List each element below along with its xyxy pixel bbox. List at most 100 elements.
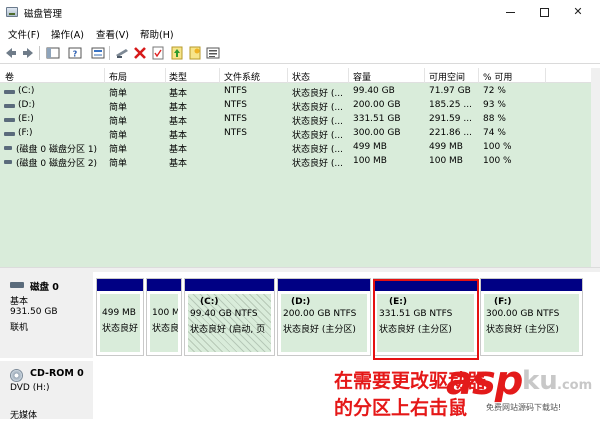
partition-body: 100 M 状态良 <box>150 294 178 352</box>
partition-d[interactable]: (D:) 200.00 GB NTFS 状态良好 (主分区) <box>277 278 371 356</box>
column-header-free-space[interactable]: 可用空间 <box>429 70 465 83</box>
cell-filesystem: NTFS <box>224 86 247 96</box>
partition-recovery[interactable]: 100 M 状态良 <box>146 278 182 356</box>
cdrom-0-label[interactable]: CD-ROM 0 DVD (H:) 无媒体 <box>0 361 93 421</box>
disk-management-app-icon <box>6 7 18 17</box>
toolbar-separator <box>39 46 40 60</box>
connect-drive-icon[interactable] <box>115 46 129 60</box>
menu-action[interactable]: 操作(A) <box>51 27 84 41</box>
drive-icon <box>4 90 15 94</box>
column-header-status[interactable]: 状态 <box>292 70 310 83</box>
help-icon[interactable]: ? <box>68 46 82 60</box>
volume-list-scrollbar[interactable] <box>591 68 600 267</box>
toolbar-separator <box>109 46 110 60</box>
properties-icon[interactable] <box>91 46 105 60</box>
table-row[interactable]: (D:) 简单 基本 NTFS 状态良好 (... 200.00 GB 185.… <box>0 99 591 113</box>
column-divider[interactable] <box>219 68 220 83</box>
maximize-button[interactable] <box>528 0 560 24</box>
cell-percent-free: 74 % <box>483 128 506 138</box>
column-header-percent-free[interactable]: % 可用 <box>483 70 512 83</box>
drive-icon <box>4 104 15 108</box>
partition-size: 99.40 GB NTFS <box>190 309 258 319</box>
drive-icon <box>4 118 15 122</box>
cell-free-space: 499 MB <box>429 142 463 152</box>
column-divider[interactable] <box>165 68 166 83</box>
cell-layout: 简单 <box>109 159 128 169</box>
disk-0-label[interactable]: 磁盘 0 基本 931.50 GB 联机 <box>0 272 93 358</box>
close-button[interactable]: ✕ <box>562 0 594 24</box>
check-icon[interactable] <box>151 46 165 60</box>
cell-type: 基本 <box>169 117 188 127</box>
watermark-ku: ku <box>522 366 558 396</box>
cell-volume: (磁盘 0 磁盘分区 1) <box>16 145 98 155</box>
list-view-icon[interactable] <box>206 46 220 60</box>
partition-status: 状态良好 <box>102 324 139 334</box>
cell-filesystem: NTFS <box>224 100 247 110</box>
partition-f[interactable]: (F:) 300.00 GB NTFS 状态良好 (主分区) <box>480 278 583 356</box>
menu-help[interactable]: 帮助(H) <box>140 27 174 41</box>
partition-body: (C:) 99.40 GB NTFS 状态良好 (启动, 页 <box>188 294 271 352</box>
partition-status: 状态良好 (主分区) <box>486 325 559 335</box>
new-folder-icon[interactable] <box>188 46 202 60</box>
disk-type: 基本 <box>10 297 29 307</box>
cell-layout: 简单 <box>109 117 128 127</box>
table-row[interactable]: (磁盘 0 磁盘分区 1) 简单 基本 状态良好 (... 499 MB 499… <box>0 141 591 155</box>
delete-icon[interactable] <box>133 46 147 60</box>
partition-body: (F:) 300.00 GB NTFS 状态良好 (主分区) <box>484 294 579 352</box>
partition-body: (D:) 200.00 GB NTFS 状态良好 (主分区) <box>281 294 367 352</box>
column-divider[interactable] <box>424 68 425 83</box>
column-divider[interactable] <box>545 68 546 83</box>
cell-percent-free: 100 % <box>483 142 512 152</box>
console-tree-icon[interactable] <box>46 46 60 60</box>
cell-type: 基本 <box>169 103 188 113</box>
cell-status: 状态良好 (... <box>292 89 343 99</box>
column-header-filesystem[interactable]: 文件系统 <box>224 70 260 83</box>
cell-filesystem: NTFS <box>224 114 247 124</box>
cell-volume: (磁盘 0 磁盘分区 2) <box>16 159 98 169</box>
cell-type: 基本 <box>169 89 188 99</box>
column-header-capacity[interactable]: 容量 <box>353 70 371 83</box>
cell-free-space: 185.25 ... <box>429 100 472 110</box>
partition-system-reserved[interactable]: 499 MB 状态良好 <box>96 278 144 356</box>
partition-name: (C:) <box>200 297 219 307</box>
cell-status: 状态良好 (... <box>292 131 343 141</box>
forward-arrow-icon[interactable] <box>21 46 35 60</box>
column-divider[interactable] <box>287 68 288 83</box>
cdrom-icon <box>10 369 23 382</box>
minimize-icon <box>505 11 515 13</box>
partition-bar <box>185 279 274 291</box>
column-header-type[interactable]: 类型 <box>169 70 187 83</box>
partition-status: 状态良好 (主分区) <box>283 325 356 335</box>
disk-size: 931.50 GB <box>10 307 58 317</box>
cell-layout: 简单 <box>109 145 128 155</box>
column-divider[interactable] <box>348 68 349 83</box>
table-row[interactable]: (磁盘 0 磁盘分区 2) 简单 基本 状态良好 (... 100 MB 100… <box>0 155 591 169</box>
cdrom-drive: DVD (H:) <box>10 383 50 393</box>
watermark-asp: asp <box>446 358 523 404</box>
menu-file[interactable]: 文件(F) <box>8 27 40 41</box>
up-folder-icon[interactable] <box>170 46 184 60</box>
partition-c[interactable]: (C:) 99.40 GB NTFS 状态良好 (启动, 页 <box>184 278 275 356</box>
column-header-layout[interactable]: 布局 <box>109 70 127 83</box>
minimize-button[interactable] <box>494 0 526 24</box>
back-arrow-icon[interactable] <box>4 46 18 60</box>
cell-volume: (F:) <box>18 128 33 138</box>
cell-capacity: 331.51 GB <box>353 114 401 124</box>
watermark-subtitle: 免费网站源码下载站! <box>486 402 562 413</box>
cell-layout: 简单 <box>109 89 128 99</box>
menu-view[interactable]: 查看(V) <box>96 27 129 41</box>
cdrom-title: CD-ROM 0 <box>30 368 84 379</box>
cell-capacity: 99.40 GB <box>353 86 395 96</box>
table-row[interactable]: (C:) 简单 基本 NTFS 状态良好 (... 99.40 GB 71.97… <box>0 85 591 99</box>
cell-free-space: 100 MB <box>429 156 463 166</box>
column-divider[interactable] <box>478 68 479 83</box>
cell-type: 基本 <box>169 159 188 169</box>
partition-bar <box>278 279 370 291</box>
drive-icon <box>4 146 12 150</box>
table-row[interactable]: (E:) 简单 基本 NTFS 状态良好 (... 331.51 GB 291.… <box>0 113 591 127</box>
table-row[interactable]: (F:) 简单 基本 NTFS 状态良好 (... 300.00 GB 221.… <box>0 127 591 141</box>
cdrom-media: 无媒体 <box>10 411 38 421</box>
column-divider[interactable] <box>104 68 105 83</box>
cell-capacity: 499 MB <box>353 142 387 152</box>
column-header-volume[interactable]: 卷 <box>5 70 14 83</box>
